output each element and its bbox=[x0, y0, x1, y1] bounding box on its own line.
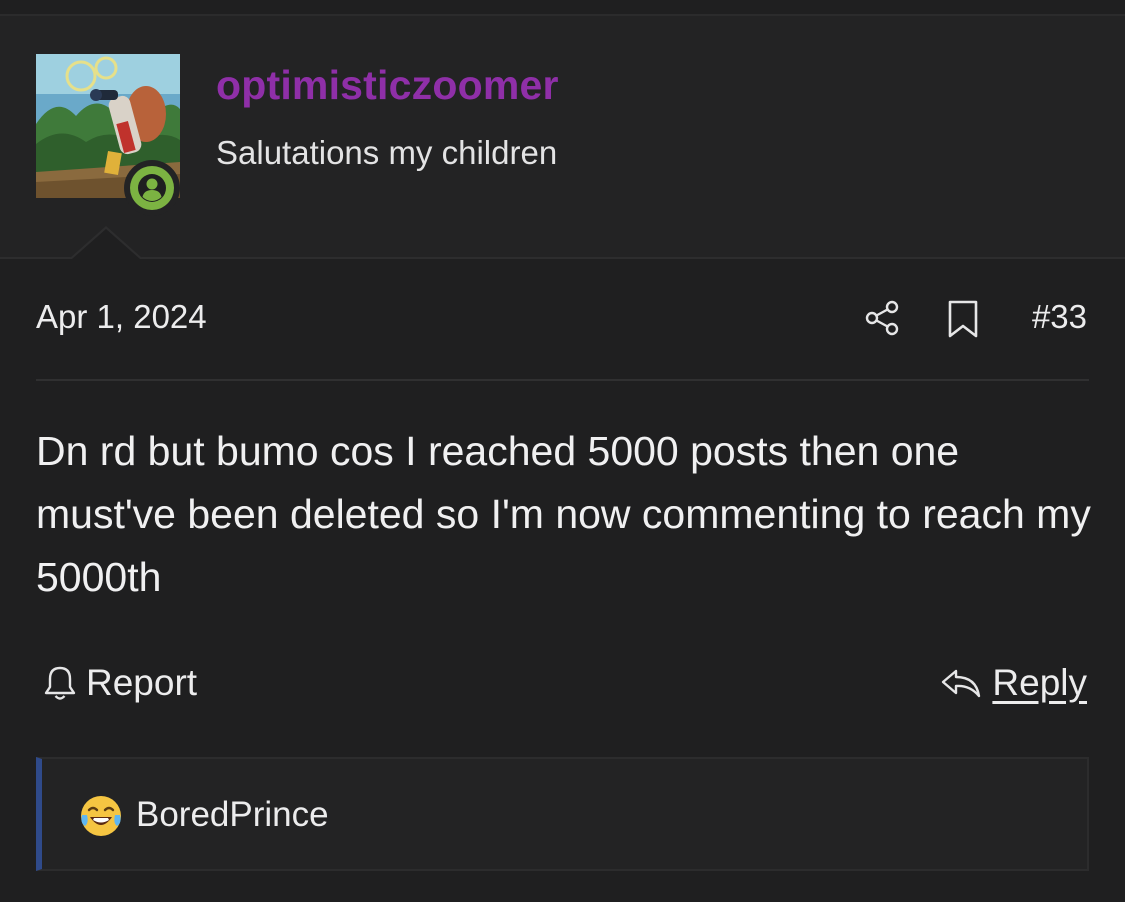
report-button[interactable]: Report bbox=[42, 662, 197, 704]
divider bbox=[36, 379, 1089, 381]
post-number-link[interactable]: #33 bbox=[1032, 298, 1087, 336]
reaction-user-link[interactable]: BoredPrince bbox=[136, 795, 329, 835]
bell-icon bbox=[44, 666, 76, 700]
post-date-link[interactable]: Apr 1, 2024 bbox=[36, 298, 207, 336]
reactions-bar[interactable]: BoredPrince bbox=[36, 757, 1089, 871]
online-status-badge bbox=[124, 160, 180, 216]
user-title: Salutations my children bbox=[216, 134, 558, 171]
laughing-crying-emoji-icon bbox=[81, 796, 121, 836]
user-icon bbox=[138, 174, 166, 202]
username-link[interactable]: optimisticzoomer bbox=[216, 62, 559, 109]
bookmark-icon[interactable] bbox=[946, 300, 980, 338]
report-label: Report bbox=[86, 662, 198, 703]
reply-label: Reply bbox=[992, 662, 1087, 703]
reply-button[interactable]: Reply bbox=[940, 662, 1087, 704]
reply-icon bbox=[942, 669, 981, 698]
post-body: Dn rd but bumo cos I reached 5000 posts … bbox=[36, 428, 1091, 600]
share-icon[interactable] bbox=[864, 299, 902, 337]
forum-post: optimisticzoomer Salutations my children… bbox=[0, 0, 1125, 902]
